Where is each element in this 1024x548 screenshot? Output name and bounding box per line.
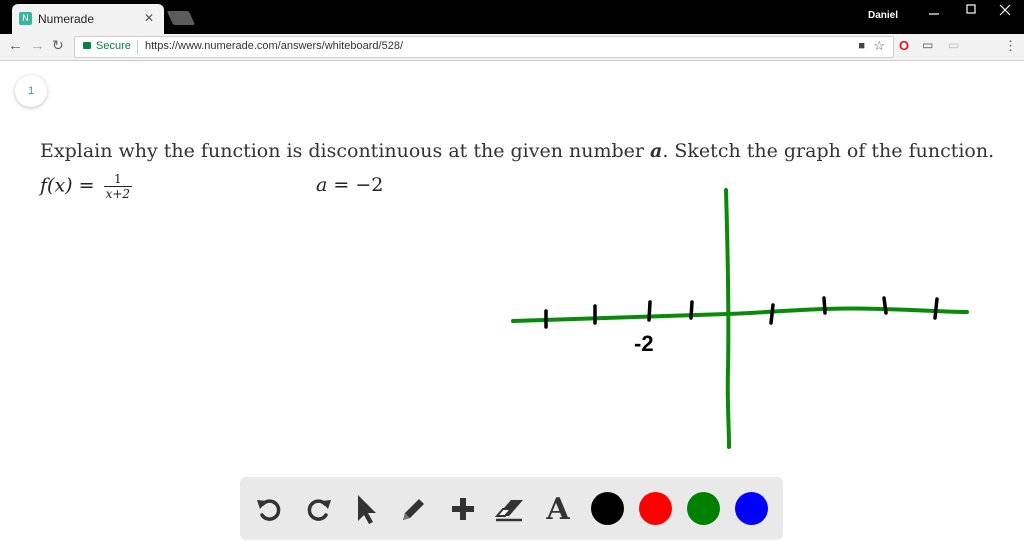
question-text: Explain why the function is discontinuou…: [40, 140, 995, 162]
color-green-button[interactable]: [687, 492, 720, 525]
sketch-label-minus-two: -2: [634, 331, 654, 356]
lock-icon: [83, 42, 91, 49]
page-number-badge[interactable]: 1: [15, 75, 47, 107]
cast-icon[interactable]: ▭: [922, 38, 933, 52]
new-tab-button[interactable]: [166, 11, 196, 25]
forward-arrow-icon[interactable]: →: [30, 37, 45, 54]
color-red-button[interactable]: [639, 492, 672, 525]
extension-icon[interactable]: ▭: [948, 38, 959, 52]
plus-icon[interactable]: [446, 492, 480, 526]
tab-bar: N Numerade ✕ Daniel: [0, 0, 1024, 34]
browser-tab[interactable]: N Numerade ✕: [12, 4, 164, 34]
minimize-icon[interactable]: [929, 6, 939, 16]
redo-icon[interactable]: [302, 492, 336, 526]
profile-name[interactable]: Daniel: [868, 10, 898, 21]
address-bar[interactable]: Secure https://www.numerade.com/answers/…: [74, 36, 894, 58]
opera-extension-icon[interactable]: O: [899, 38, 909, 53]
function-definition: f(x) = 1 x+2: [40, 172, 133, 201]
numerade-favicon-icon: N: [19, 12, 32, 25]
back-arrow-icon[interactable]: ←: [8, 37, 23, 54]
hand-drawn-sketch: -2: [511, 188, 969, 449]
sketch-tick: [822, 296, 827, 315]
sketch-tick: [647, 300, 652, 322]
browser-toolbar: ← → ↻ Secure https://www.numerade.com/an…: [0, 34, 1024, 61]
camera-icon[interactable]: ■: [858, 40, 865, 52]
pointer-icon[interactable]: [349, 492, 383, 526]
sketch-ticks: [544, 296, 939, 329]
maximize-icon[interactable]: [966, 4, 976, 14]
sketch-y-axis: [724, 188, 731, 449]
pencil-icon[interactable]: [397, 492, 431, 526]
browser-menu-icon[interactable]: ⋮: [1004, 38, 1017, 54]
reload-icon[interactable]: ↻: [52, 37, 64, 54]
fraction-numerator: 1: [103, 172, 133, 187]
bookmark-star-icon[interactable]: ☆: [873, 38, 885, 54]
eraser-icon[interactable]: [493, 492, 527, 526]
drawing-toolbar: A: [240, 477, 783, 540]
sketch-tick: [882, 296, 888, 315]
tab-title: Numerade: [38, 12, 95, 26]
fraction-denominator: x+2: [105, 187, 131, 201]
window-close-icon[interactable]: [998, 3, 1012, 17]
sketch-tick: [933, 297, 939, 320]
divider: [137, 40, 138, 54]
function-fraction: 1 x+2: [103, 172, 133, 201]
color-blue-button[interactable]: [735, 492, 768, 525]
close-tab-icon[interactable]: ✕: [144, 11, 154, 25]
url-text[interactable]: https://www.numerade.com/answers/whitebo…: [145, 40, 403, 52]
security-label: Secure: [96, 40, 131, 52]
text-icon[interactable]: A: [541, 492, 575, 527]
sketch-x-axis: [511, 306, 969, 323]
sketch-tick: [769, 303, 775, 325]
undo-icon[interactable]: [252, 492, 286, 526]
color-black-button[interactable]: [591, 492, 624, 525]
given-number: a = −2: [316, 174, 384, 196]
sketch-tick: [689, 300, 694, 320]
function-lhs: f(x) =: [40, 174, 101, 197]
